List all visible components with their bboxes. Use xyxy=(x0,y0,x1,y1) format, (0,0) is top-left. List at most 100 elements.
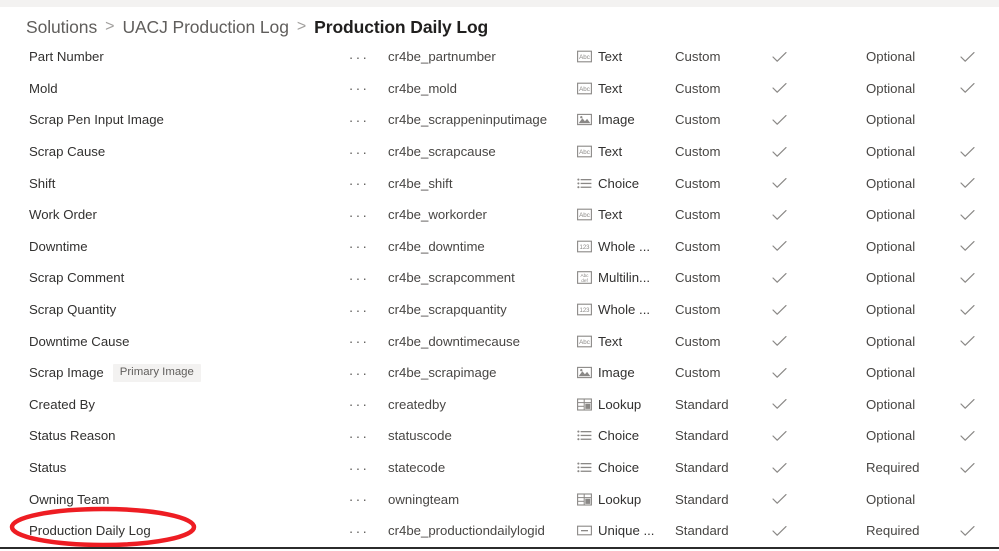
row-overflow-menu-icon[interactable]: ··· xyxy=(346,112,372,128)
column-required-level: Optional xyxy=(866,49,916,65)
column-required-level: Optional xyxy=(866,491,916,507)
table-row[interactable]: Scrap Quantity ··· cr4be_scrapquantity 123 W… xyxy=(0,294,999,326)
check-icon xyxy=(959,430,975,442)
column-data-type-label: Whole ... xyxy=(598,238,651,254)
table-row[interactable]: Status ··· statecode Choice Standard Required xyxy=(0,452,999,484)
row-overflow-menu-icon[interactable]: ··· xyxy=(346,365,372,381)
row-overflow-menu-icon[interactable]: ··· xyxy=(346,175,372,191)
text-icon: Abc xyxy=(577,145,592,158)
column-data-type-cell: Choice xyxy=(577,176,639,191)
column-display-name-cell[interactable]: Scrap Image Primary Image xyxy=(29,363,201,382)
table-row[interactable]: Part Number ··· cr4be_partnumber Abc Text Cus… xyxy=(0,41,999,73)
column-display-name-cell[interactable]: Shift xyxy=(29,176,55,191)
row-overflow-menu-icon[interactable]: ··· xyxy=(346,270,372,286)
choice-icon xyxy=(577,429,592,442)
column-display-name-cell[interactable]: Downtime xyxy=(29,239,88,254)
table-row[interactable]: Status Reason ··· statuscode Choice Standard… xyxy=(0,420,999,452)
breadcrumb-link[interactable]: UACJ Production Log xyxy=(122,17,288,38)
row-overflow-menu-icon[interactable]: ··· xyxy=(346,144,372,160)
column-display-name-cell[interactable]: Work Order xyxy=(29,207,97,222)
breadcrumb: Solutions > UACJ Production Log > Production… xyxy=(26,14,488,40)
column-data-type-label: Text xyxy=(598,333,623,349)
column-data-type-label: Lookup xyxy=(598,491,642,507)
image-icon xyxy=(577,366,592,379)
column-display-name-cell[interactable]: Scrap Pen Input Image xyxy=(29,112,164,127)
table-row[interactable]: Scrap Cause ··· cr4be_scrapcause Abc Text Cus… xyxy=(0,136,999,168)
check-icon xyxy=(771,82,787,94)
table-row[interactable]: Scrap Pen Input Image ··· cr4be_scrappenin… xyxy=(0,104,999,136)
column-display-name-cell[interactable]: Created By xyxy=(29,397,95,412)
column-required-level: Optional xyxy=(866,175,916,191)
column-display-name-cell[interactable]: Downtime Cause xyxy=(29,334,129,349)
column-display-name-cell[interactable]: Scrap Comment xyxy=(29,270,124,285)
column-display-name-cell[interactable]: Part Number xyxy=(29,49,104,64)
column-searchable-cell xyxy=(770,525,788,537)
row-overflow-menu-icon[interactable]: ··· xyxy=(346,238,372,254)
image-icon xyxy=(577,113,592,126)
text-icon: Abc xyxy=(577,50,592,63)
row-overflow-menu-icon[interactable]: ··· xyxy=(346,333,372,349)
table-row[interactable]: Downtime Cause ··· cr4be_downtimecause Abc T… xyxy=(0,325,999,357)
table-row[interactable]: Scrap Comment ··· cr4be_scrapcomment Abc def… xyxy=(0,262,999,294)
check-icon xyxy=(771,114,787,126)
multiline-icon: Abc def xyxy=(577,271,592,285)
column-data-type-label: Text xyxy=(598,144,623,160)
check-icon xyxy=(959,462,975,474)
column-logical-name: cr4be_scrapimage xyxy=(388,365,497,381)
column-display-name-cell[interactable]: Scrap Quantity xyxy=(29,302,116,317)
row-overflow-menu-icon[interactable]: ··· xyxy=(346,207,372,223)
column-data-type-label: Lookup xyxy=(598,396,642,412)
column-data-type-cell: Image xyxy=(577,365,635,380)
column-customization: Standard xyxy=(675,460,729,476)
check-icon xyxy=(771,51,787,63)
column-display-name-cell[interactable]: Owning Team xyxy=(29,492,109,507)
column-logical-name: cr4be_scrapquantity xyxy=(388,302,507,318)
check-icon xyxy=(771,240,787,252)
column-advanced-cell xyxy=(958,525,976,537)
breadcrumb-link[interactable]: Solutions xyxy=(26,17,97,38)
column-data-type-cell: Abc Text xyxy=(577,49,622,64)
row-overflow-menu-icon[interactable]: ··· xyxy=(346,460,372,476)
row-overflow-menu-icon[interactable]: ··· xyxy=(346,80,372,96)
check-icon xyxy=(771,493,787,505)
lookup-icon xyxy=(577,493,592,506)
column-searchable-cell xyxy=(770,304,788,316)
table-row[interactable]: Mold ··· cr4be_mold Abc Text Custom Optional xyxy=(0,73,999,105)
column-display-name-cell[interactable]: Scrap Cause xyxy=(29,144,105,159)
row-overflow-menu-icon[interactable]: ··· xyxy=(346,49,372,65)
column-data-type-label: Unique ... xyxy=(598,523,655,539)
column-data-type-cell: Abc def Multilin... xyxy=(577,270,650,285)
row-overflow-menu-icon[interactable]: ··· xyxy=(346,491,372,507)
breadcrumb-current: Production Daily Log xyxy=(314,16,489,37)
svg-text:Abc: Abc xyxy=(579,86,590,93)
column-customization: Custom xyxy=(675,175,721,191)
table-row[interactable]: Shift ··· cr4be_shift Choice Custom Optional xyxy=(0,167,999,199)
column-required-level: Optional xyxy=(866,80,916,96)
column-display-name-cell[interactable]: Mold xyxy=(29,81,58,96)
row-overflow-menu-icon[interactable]: ··· xyxy=(346,428,372,444)
column-required-level: Optional xyxy=(866,270,916,286)
table-row[interactable]: Production Daily Log ··· cr4be_productiond… xyxy=(0,515,999,547)
column-required-level: Optional xyxy=(866,333,916,349)
primary-image-badge: Primary Image xyxy=(112,363,201,382)
table-row[interactable]: Downtime ··· cr4be_downtime 123 Whole ... Cus… xyxy=(0,231,999,263)
column-data-type-label: Text xyxy=(598,80,623,96)
table-row[interactable]: Owning Team ··· owningteam Lookup Standard Op… xyxy=(0,483,999,515)
column-data-type-label: Choice xyxy=(598,175,640,191)
check-icon xyxy=(771,367,787,379)
column-customization: Standard xyxy=(675,428,729,444)
table-row[interactable]: Scrap Image Primary Image ··· cr4be_scrapim… xyxy=(0,357,999,389)
row-overflow-menu-icon[interactable]: ··· xyxy=(346,396,372,412)
column-display-name-cell[interactable]: Production Daily Log xyxy=(29,523,151,538)
breadcrumb-separator: > xyxy=(105,17,115,35)
choice-icon xyxy=(577,177,592,190)
column-display-name-cell[interactable]: Status xyxy=(29,460,66,475)
check-icon xyxy=(771,177,787,189)
column-logical-name: owningteam xyxy=(388,491,460,507)
row-overflow-menu-icon[interactable]: ··· xyxy=(346,302,372,318)
check-icon xyxy=(771,272,787,284)
column-display-name-cell[interactable]: Status Reason xyxy=(29,428,116,443)
table-row[interactable]: Created By ··· createdby Lookup Standard Opti… xyxy=(0,389,999,421)
row-overflow-menu-icon[interactable]: ··· xyxy=(346,523,372,539)
table-row[interactable]: Work Order ··· cr4be_workorder Abc Text Custo… xyxy=(0,199,999,231)
